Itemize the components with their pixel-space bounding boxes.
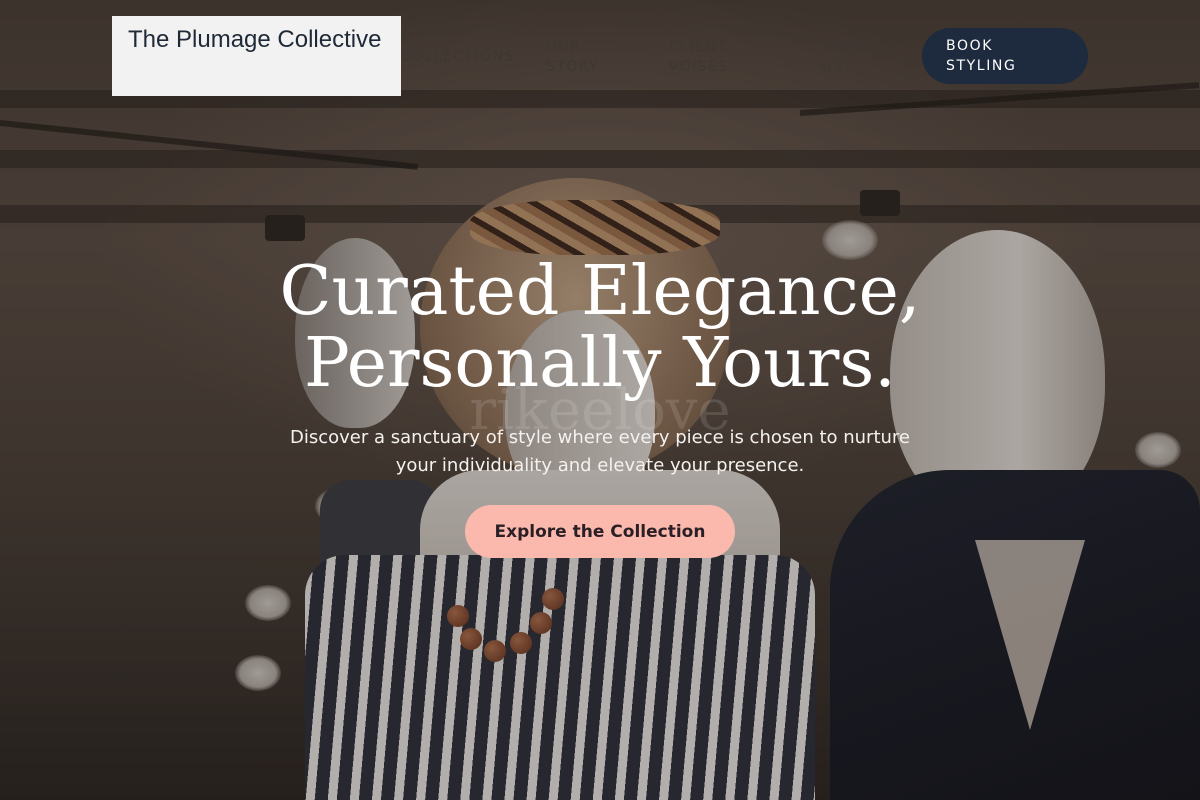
book-styling-button[interactable]: BOOK STYLING xyxy=(922,28,1088,84)
explore-collection-button[interactable]: Explore the Collection xyxy=(465,505,735,558)
nav-link-client-voices[interactable]: CLIENT VOISES xyxy=(669,37,764,77)
hero-title-line-2: Personally Yours. xyxy=(304,324,896,403)
nav-link-collections[interactable]: COLLECTIONS xyxy=(401,47,514,67)
nav-link-visit-us[interactable]: VISIT US xyxy=(822,37,882,77)
brand-logo[interactable]: The Plumage Collective xyxy=(112,16,401,96)
hero-subtitle: Discover a sanctuary of style where ever… xyxy=(289,427,910,476)
nav-link-our-story[interactable]: OUR STORY xyxy=(546,37,626,77)
hero-title-line-1: Curated Elegance, xyxy=(279,252,921,331)
hero-title: Curated Elegance, Personally Yours. xyxy=(0,256,1200,400)
brand-name: The Plumage Collective xyxy=(128,26,382,53)
